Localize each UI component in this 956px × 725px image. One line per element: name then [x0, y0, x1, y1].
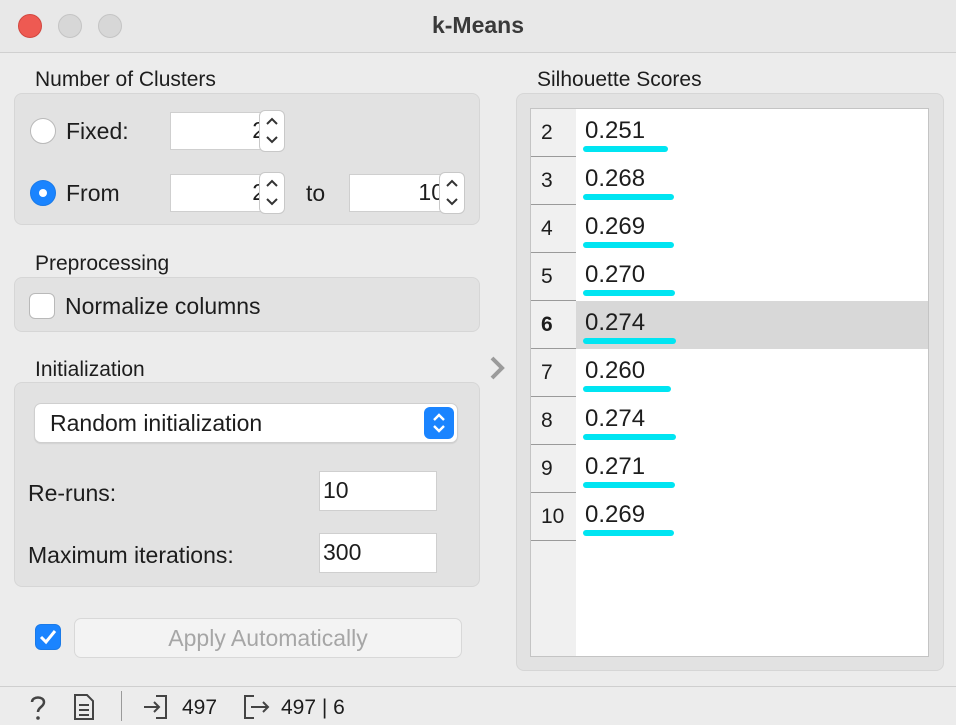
fixed-radio[interactable] [30, 118, 56, 144]
max-iterations-label: Maximum iterations: [28, 542, 234, 568]
score-bar [583, 242, 674, 248]
chevron-up-icon [446, 179, 458, 187]
from-clusters-input[interactable]: 2 [170, 174, 272, 212]
score-row-k: 10 [531, 493, 576, 541]
score-row[interactable]: 2 0.251 [531, 109, 928, 157]
silhouette-section-label: Silhouette Scores [537, 68, 702, 91]
apply-automatically-checkbox[interactable] [35, 624, 61, 650]
score-row-value: 0.269 [585, 213, 646, 240]
status-divider [121, 691, 122, 721]
chevron-right-icon[interactable] [486, 354, 508, 382]
from-radio[interactable] [30, 180, 56, 206]
silhouette-scores-list[interactable]: 2 0.251 3 0.268 4 0.269 5 0.270 6 0.274 7 0.260 8 0.2… [530, 108, 929, 657]
help-icon[interactable] [26, 693, 50, 721]
score-row-value: 0.251 [585, 117, 646, 144]
score-bar [583, 434, 676, 440]
score-bar [583, 290, 675, 296]
score-row-k: 8 [531, 397, 576, 445]
score-row[interactable]: 7 0.260 [531, 349, 928, 397]
initialization-method-select[interactable]: Random initialization [34, 403, 458, 443]
checkmark-icon [39, 630, 57, 645]
fixed-label: Fixed: [66, 118, 129, 144]
preprocessing-section-label: Preprocessing [35, 252, 170, 275]
score-row-k: 6 [531, 301, 576, 349]
window-title: k-Means [431, 12, 525, 38]
chevron-up-icon [266, 179, 278, 187]
initialization-section-label: Initialization [35, 358, 145, 381]
score-row-k: 3 [531, 157, 576, 205]
score-row-k: 5 [531, 253, 576, 301]
normalize-label: Normalize columns [65, 293, 261, 319]
score-row-value: 0.274 [585, 405, 646, 432]
score-row-value: 0.271 [585, 453, 646, 480]
score-row[interactable]: 5 0.270 [531, 253, 928, 301]
normalize-checkbox[interactable] [29, 293, 55, 319]
select-arrows-icon [424, 407, 454, 439]
score-row-value: 0.274 [585, 309, 646, 336]
score-row-value: 0.270 [585, 261, 646, 288]
chevron-down-icon [266, 136, 278, 144]
score-bar [583, 386, 671, 392]
reruns-label: Re-runs: [28, 480, 117, 506]
input-icon [144, 695, 167, 719]
apply-button[interactable]: Apply Automatically [74, 618, 462, 658]
fixed-clusters-stepper[interactable] [259, 110, 285, 152]
from-label: From [66, 180, 120, 206]
score-row-value: 0.269 [585, 501, 646, 528]
max-iterations-input[interactable]: 300 [319, 533, 437, 573]
score-row-k: 2 [531, 109, 576, 157]
clusters-group: Fixed: 2 From 2 to 10 [14, 93, 480, 225]
score-bar [583, 338, 676, 344]
clusters-section-label: Number of Clusters [35, 68, 216, 91]
score-row[interactable]: 6 0.274 [531, 301, 928, 349]
output-count: 497 | 6 [281, 696, 345, 719]
chevron-down-icon [446, 198, 458, 206]
score-bar [583, 194, 674, 200]
fixed-clusters-input[interactable]: 2 [170, 112, 272, 150]
score-row-k: 7 [531, 349, 576, 397]
reruns-input[interactable]: 10 [319, 471, 437, 511]
to-clusters-input[interactable]: 10 [349, 174, 451, 212]
from-clusters-stepper[interactable] [259, 172, 285, 214]
score-row[interactable]: 8 0.274 [531, 397, 928, 445]
title-bar: k-Means [0, 0, 956, 53]
initialization-method-value: Random initialization [50, 410, 263, 436]
score-bar [583, 530, 674, 536]
score-row-value: 0.268 [585, 165, 646, 192]
score-row[interactable]: 10 0.269 [531, 493, 928, 541]
score-bar [583, 482, 675, 488]
score-row-k: 9 [531, 445, 576, 493]
score-row-value: 0.260 [585, 357, 646, 384]
report-icon[interactable] [72, 693, 96, 721]
output-icon [244, 695, 270, 719]
score-row[interactable]: 4 0.269 [531, 205, 928, 253]
score-bar [583, 146, 668, 152]
input-count: 497 [182, 696, 218, 719]
status-bar: 497 497 | 6 [0, 686, 956, 725]
to-label: to [306, 180, 326, 206]
score-row-k: 4 [531, 205, 576, 253]
score-row[interactable]: 9 0.271 [531, 445, 928, 493]
chevron-down-icon [266, 198, 278, 206]
score-row[interactable]: 3 0.268 [531, 157, 928, 205]
preprocessing-group: Normalize columns [14, 277, 480, 332]
chevron-up-icon [266, 117, 278, 125]
to-clusters-stepper[interactable] [439, 172, 465, 214]
